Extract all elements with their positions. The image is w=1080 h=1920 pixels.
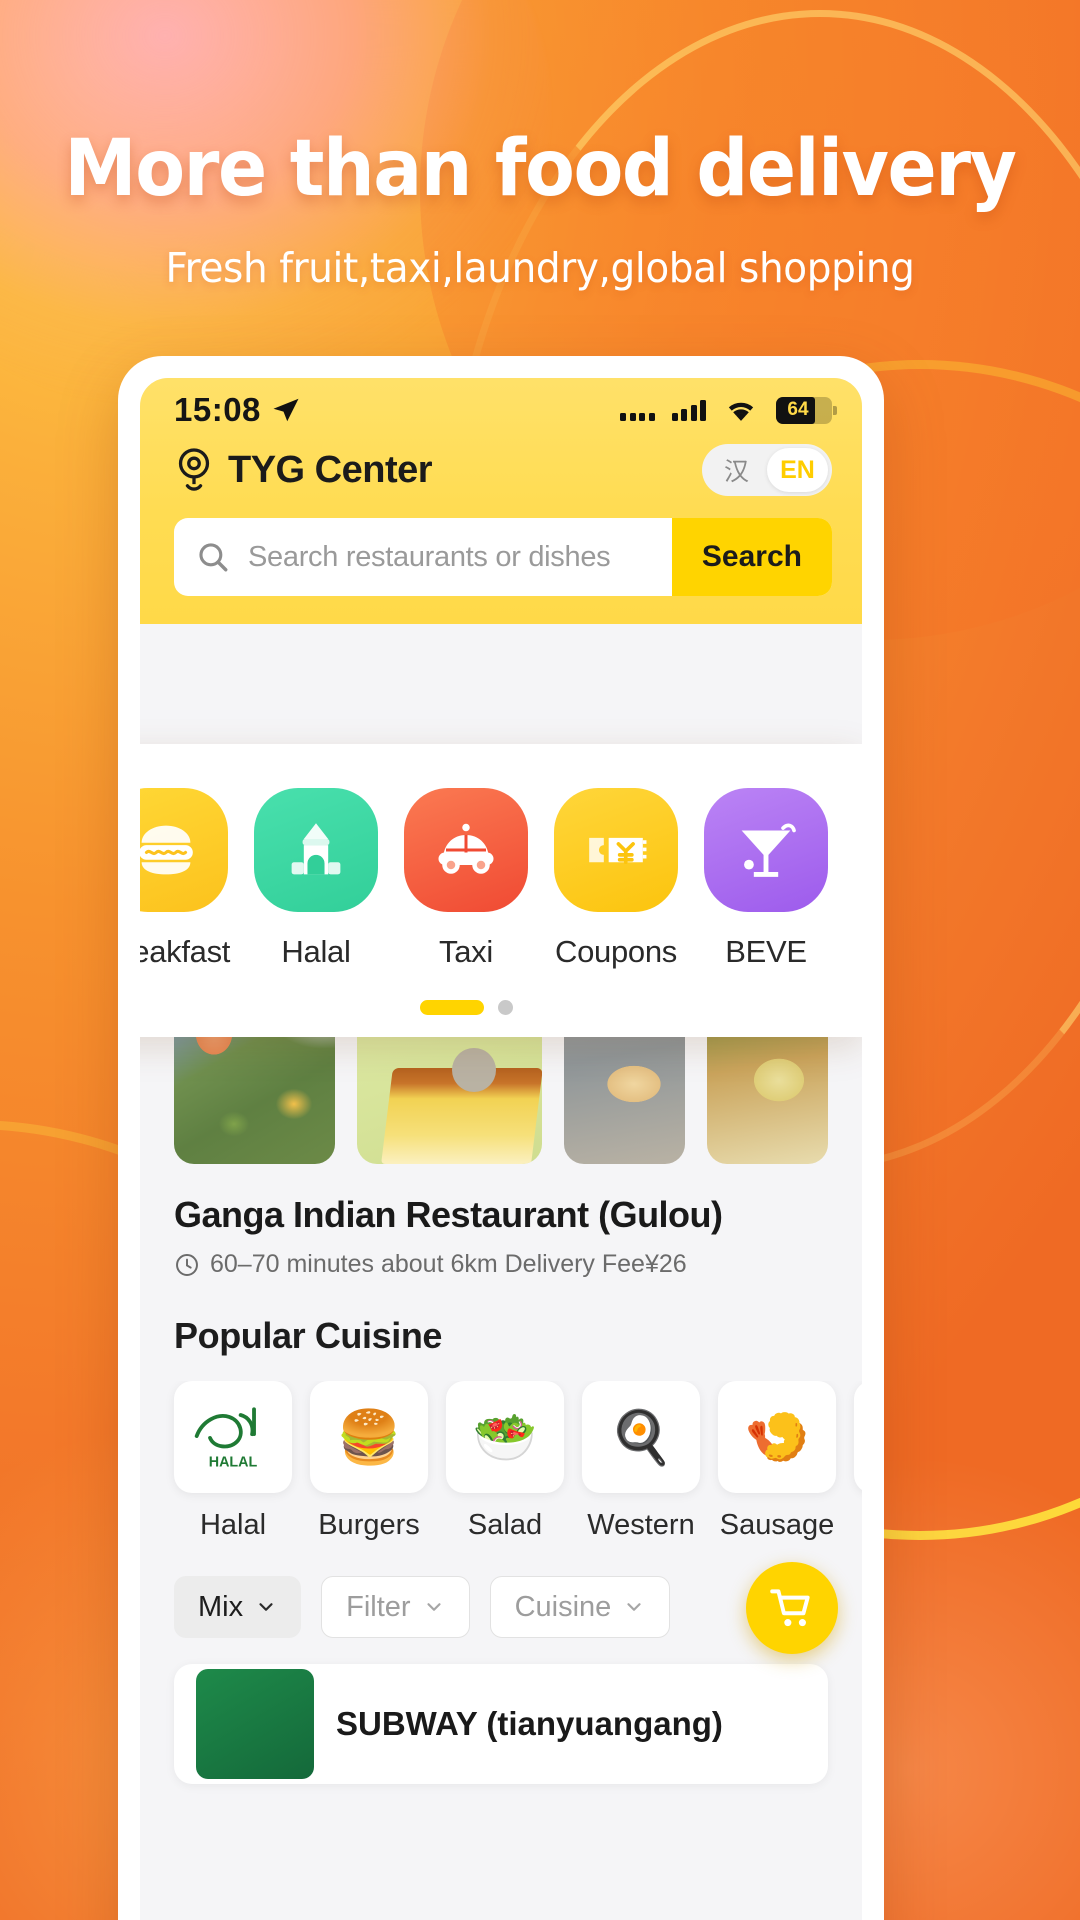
search-bar[interactable]: Search restaurants or dishes Search	[174, 518, 832, 596]
filter-label: Filter	[346, 1590, 411, 1623]
cuisine-label: Burgers	[318, 1509, 420, 1541]
cellular-signal-icon	[671, 399, 706, 421]
location-arrow-icon	[271, 395, 301, 425]
restaurant-meta-text: 60–70 minutes about 6km Delivery Fee¥26	[210, 1250, 687, 1278]
pagination-dot[interactable]	[497, 1000, 513, 1015]
hero-section: More than food delivery Fresh fruit,taxi…	[0, 0, 1080, 292]
mosque-icon	[254, 788, 378, 912]
western-plate-icon: 🍳	[582, 1381, 700, 1493]
phone-mockup: 15:08 64 TYG Center 汉 EN Search restaura…	[118, 356, 884, 1920]
cuisine-item-salad[interactable]: 🥗 Salad	[446, 1381, 564, 1542]
more-cuisine-icon	[854, 1381, 862, 1493]
category-item-taxi[interactable]: Taxi	[392, 788, 540, 970]
burger-photo-icon: 🍔	[310, 1381, 428, 1493]
phone-screen: 15:08 64 TYG Center 汉 EN Search restaura…	[140, 378, 862, 1920]
cuisine-item-more[interactable]: S	[854, 1381, 862, 1542]
filter-label: Cuisine	[514, 1590, 612, 1623]
search-input[interactable]: Search restaurants or dishes	[248, 541, 672, 574]
restaurant-name[interactable]: Ganga Indian Restaurant (Gulou)	[140, 1194, 862, 1236]
location-row: TYG Center 汉 EN	[140, 436, 862, 496]
category-item-beve[interactable]: BEVE	[692, 788, 840, 970]
restaurant-meta-row: 60–70 minutes about 6km Delivery Fee¥26	[140, 1250, 862, 1279]
category-label: Taxi	[439, 934, 493, 969]
search-button[interactable]: Search	[671, 518, 832, 596]
salad-photo-icon: 🥗	[446, 1381, 564, 1493]
category-item-breakfast[interactable]: Breakfast	[140, 788, 240, 970]
app-header: 15:08 64 TYG Center 汉 EN Search restaura…	[140, 378, 862, 624]
cuisine-item-western[interactable]: 🍳 Western	[582, 1381, 700, 1542]
location-name[interactable]: TYG Center	[228, 449, 433, 492]
filter-filter-button[interactable]: Filter	[321, 1576, 470, 1638]
category-pagination-dots[interactable]	[140, 1000, 862, 1015]
status-bar-right: 64	[620, 396, 837, 424]
cuisine-label: Salad	[467, 1509, 543, 1541]
filter-cuisine-button[interactable]: Cuisine	[489, 1576, 671, 1638]
burger-icon	[140, 788, 228, 912]
filter-label: Mix	[198, 1590, 244, 1623]
cellular-signal-dots-icon	[620, 399, 655, 421]
coupon-yen-icon	[554, 788, 678, 912]
status-bar-time: 15:08	[174, 391, 261, 428]
popular-cuisine-title: Popular Cuisine	[174, 1315, 443, 1356]
category-label: Coupons	[555, 934, 677, 969]
cuisine-label: Western	[587, 1509, 695, 1541]
pagination-dot-active[interactable]	[419, 1000, 484, 1015]
cuisine-label: Sausage	[719, 1509, 835, 1541]
cuisine-label: Halal	[199, 1509, 267, 1541]
category-item-halal[interactable]: Halal	[242, 788, 390, 970]
battery-level: 64	[787, 399, 809, 420]
chevron-down-icon	[623, 1596, 645, 1618]
halal-certificate-icon: HALAL	[174, 1381, 292, 1493]
category-panel: Breakfast Halal	[140, 744, 862, 1037]
battery-icon: 64	[776, 396, 837, 424]
subway-logo-thumbnail	[196, 1669, 314, 1779]
popular-cuisine-header: Popular Cuisine	[140, 1315, 862, 1357]
clock-icon	[174, 1252, 200, 1278]
cuisine-item-burgers[interactable]: 🍔 Burgers	[310, 1381, 428, 1542]
wifi-icon	[723, 397, 759, 423]
cocktail-icon	[704, 788, 828, 912]
taxi-icon	[404, 788, 528, 912]
chevron-down-icon	[255, 1596, 277, 1618]
hero-subtitle: Fresh fruit,taxi,laundry,global shopping	[165, 244, 915, 292]
chevron-down-icon	[423, 1596, 445, 1618]
shopping-cart-icon[interactable]	[746, 1562, 838, 1654]
hero-title: More than food delivery	[64, 124, 1017, 214]
category-row: Breakfast Halal	[140, 788, 862, 970]
svg-text:HALAL: HALAL	[209, 1455, 258, 1471]
cuisine-item-halal[interactable]: HALAL Halal	[174, 1381, 292, 1542]
category-label: Breakfast	[140, 934, 231, 969]
location-pin-icon[interactable]	[174, 447, 214, 493]
category-item-coupons[interactable]: Coupons	[542, 788, 690, 970]
restaurant-list-item[interactable]: SUBWAY (tianyuangang)	[174, 1664, 828, 1784]
status-bar-left: 15:08	[174, 391, 301, 429]
popular-cuisine-row[interactable]: HALAL Halal 🍔 Burgers 🥗 Salad 🍳 Western	[140, 1381, 862, 1542]
filter-mix-button[interactable]: Mix	[174, 1576, 302, 1638]
language-toggle[interactable]: 汉 EN	[702, 444, 832, 496]
search-icon	[196, 540, 230, 574]
category-label: Halal	[281, 934, 351, 969]
cuisine-item-sausage[interactable]: 🍤 Sausage	[718, 1381, 836, 1542]
language-option-en[interactable]: EN	[767, 448, 828, 492]
category-label: BEVE	[725, 934, 807, 969]
restaurant-list-name: SUBWAY (tianyuangang)	[336, 1705, 723, 1742]
status-bar: 15:08 64	[140, 378, 862, 436]
sausage-photo-icon: 🍤	[718, 1381, 836, 1493]
filter-row: Mix Filter Cuisine	[140, 1562, 862, 1654]
language-option-zh[interactable]: 汉	[706, 448, 767, 492]
